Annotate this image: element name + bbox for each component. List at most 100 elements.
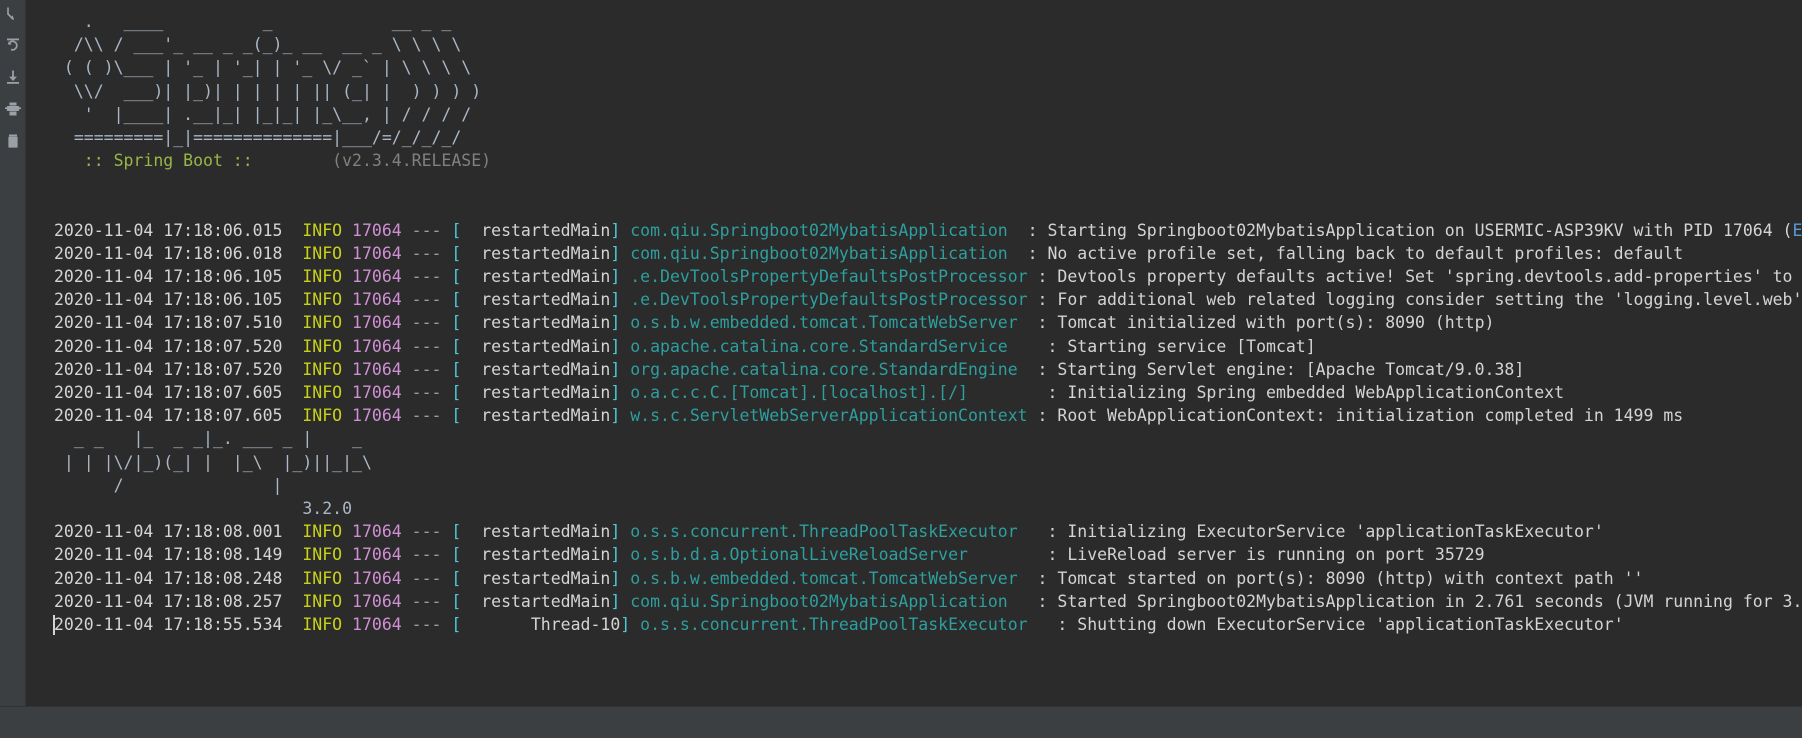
banner-art-line: ' |____| .__|_| |_|_| |_\__, | / / / / [54, 104, 472, 124]
banner-version: (v2.3.4.RELEASE) [252, 151, 492, 171]
log-level: INFO [302, 614, 343, 634]
log-timestamp: 2020-11-04 17:18:08.001 [54, 522, 283, 542]
spring-banner-title-line: :: Spring Boot :: (v2.3.4.RELEASE) [54, 149, 1802, 172]
log-timestamp: 2020-11-04 17:18:07.510 [54, 313, 283, 333]
log-message: Starting service [Tomcat] [1067, 336, 1316, 356]
log-line: 2020-11-04 17:18:55.534 INFO 17064 --- [… [53, 614, 1624, 635]
log-level: INFO [302, 545, 343, 565]
mybatis-banner-line: / | [54, 475, 283, 495]
log-thread: restartedMain [461, 568, 611, 588]
banner-art-line: /\\ / ___'_ __ _ _(_)_ __ __ _ \ \ \ \ [54, 35, 462, 55]
log-timestamp: 2020-11-04 17:18:07.520 [54, 336, 283, 356]
log-thread: restartedMain [461, 406, 611, 426]
log-pid: 17064 [352, 522, 402, 542]
restart-icon[interactable] [2, 34, 24, 56]
log-level: INFO [302, 243, 343, 263]
log-logger: o.s.b.d.a.OptionalLiveReloadServer [630, 545, 1038, 565]
log-level: INFO [302, 359, 343, 379]
log-level: INFO [302, 568, 343, 588]
log-thread: restartedMain [461, 591, 611, 611]
console-window: . ____ _ __ _ _ /\\ / ___'_ __ _ _(_)_ _… [0, 0, 1802, 738]
log-thread: Thread-10 [461, 614, 621, 634]
log-logger: com.qiu.Springboot02MybatisApplication [630, 591, 1028, 611]
log-pid: 17064 [352, 220, 402, 240]
log-pid: 17064 [352, 614, 402, 634]
log-message: Starting Servlet engine: [Apache Tomcat/… [1057, 359, 1525, 379]
log-level: INFO [302, 522, 343, 542]
log-line: 2020-11-04 17:18:08.248 INFO 17064 --- [… [54, 568, 1644, 588]
log-timestamp: 2020-11-04 17:18:06.015 [54, 220, 283, 240]
log-line: 2020-11-04 17:18:08.149 INFO 17064 --- [… [54, 545, 1485, 565]
log-message: No active profile set, falling back to d… [1047, 243, 1684, 263]
log-timestamp: 2020-11-04 17:18:06.105 [54, 290, 283, 310]
log-line: 2020-11-04 17:18:07.605 INFO 17064 --- [… [54, 383, 1565, 402]
log-pid: 17064 [352, 568, 402, 588]
banner-art-line: ( ( )\___ | '_ | '_| | '_ \/ _` | \ \ \ … [54, 58, 472, 78]
log-message: Started Springboot02MybatisApplication i… [1057, 591, 1802, 611]
log-level: INFO [302, 313, 343, 333]
log-message: Shutting down ExecutorService 'applicati… [1077, 614, 1624, 634]
log-line: 2020-11-04 17:18:06.018 INFO 17064 --- [… [54, 243, 1684, 263]
log-timestamp: 2020-11-04 17:18:08.248 [54, 568, 283, 588]
log-message: For additional web related logging consi… [1057, 290, 1802, 310]
mybatis-banner-line: / | [54, 474, 1802, 497]
log-logger: com.qiu.Springboot02MybatisApplication [630, 243, 1018, 263]
log-line: 2020-11-04 17:18:07.605 INFO 17064 --- [… [54, 406, 1684, 426]
banner-art-line: \\/ ___)| |_)| | | | | || (_| | ) ) ) ) [54, 81, 482, 101]
log-pid: 17064 [352, 383, 402, 402]
log-thread: restartedMain [461, 313, 611, 333]
log-logger: o.s.b.w.embedded.tomcat.TomcatWebServer [630, 568, 1028, 588]
mybatis-banner-line: 3.2.0 [54, 498, 353, 518]
log-level: INFO [302, 406, 343, 426]
print-icon[interactable] [2, 98, 24, 120]
log-logger: o.apache.catalina.core.StandardService [630, 336, 1038, 356]
run-console-output[interactable]: . ____ _ __ _ _ /\\ / ___'_ __ _ _(_)_ _… [26, 0, 1802, 738]
log-timestamp: 2020-11-04 17:18:07.605 [54, 406, 283, 426]
log-message: Initializing ExecutorService 'applicatio… [1067, 522, 1604, 542]
log-message: Devtools property defaults active! Set '… [1057, 267, 1802, 287]
rerun-icon[interactable] [2, 2, 24, 24]
spring-banner-line: ' |____| .__|_| |_|_| |_\__, | / / / / [54, 103, 1802, 126]
log-logger: com.qiu.Springboot02MybatisApplication [630, 220, 1018, 240]
log-level: INFO [302, 383, 343, 402]
log-pid: 17064 [352, 243, 402, 263]
log-timestamp: 2020-11-04 17:18:06.018 [54, 243, 283, 263]
scroll-to-end-icon[interactable] [2, 66, 24, 88]
log-pid: 17064 [352, 406, 402, 426]
spring-banner-line: /\\ / ___'_ __ _ _(_)_ __ __ _ \ \ \ \ [54, 33, 1802, 56]
trash-icon[interactable] [2, 130, 24, 152]
log-logger: o.s.b.w.embedded.tomcat.TomcatWebServer [630, 313, 1028, 333]
banner-art-line: . ____ _ __ _ _ [54, 12, 452, 31]
log-thread: restartedMain [461, 336, 611, 356]
banner-art-line: =========|_|==============|___/=/_/_/_/ [54, 127, 462, 147]
log-pid: 17064 [352, 267, 402, 287]
log-logger: .e.DevToolsPropertyDefaultsPostProcessor [630, 290, 1028, 310]
mybatis-banner-line: _ _ |_ _ _|_. ___ _ | _ [54, 427, 1802, 450]
log-line: 2020-11-04 17:18:06.105 INFO 17064 --- [… [54, 265, 1802, 288]
log-message: Initializing Spring embedded WebApplicat… [1067, 383, 1565, 402]
banner-title: :: Spring Boot :: [54, 151, 253, 171]
log-thread: restartedMain [461, 383, 611, 402]
log-timestamp: 2020-11-04 17:18:07.605 [54, 383, 283, 402]
log-level: INFO [302, 267, 343, 287]
mybatis-banner-line: | | |\/|_)(_| | |_\ |_)||_|_\ [54, 451, 1802, 474]
mybatis-banner-line: | | |\/|_)(_| | |_\ |_)||_|_\ [54, 452, 372, 472]
log-level: INFO [302, 290, 343, 310]
log-thread: restartedMain [461, 267, 611, 287]
log-level: INFO [302, 591, 343, 611]
run-tool-sidebar [0, 0, 26, 738]
log-thread: restartedMain [461, 359, 611, 379]
log-message: Tomcat started on port(s): 8090 (http) w… [1057, 568, 1644, 588]
log-pid: 17064 [352, 545, 402, 565]
log-thread: restartedMain [461, 545, 611, 565]
log-message: LiveReload server is running on port 357… [1067, 545, 1485, 565]
log-line: 2020-11-04 17:18:07.520 INFO 17064 --- [… [54, 359, 1525, 379]
log-line: 2020-11-04 17:18:07.520 INFO 17064 --- [… [54, 336, 1316, 356]
log-logger: org.apache.catalina.core.StandardEngine [630, 359, 1028, 379]
log-message: Root WebApplicationContext: initializati… [1057, 406, 1684, 426]
log-logger: w.s.c.ServletWebServerApplicationContext [630, 406, 1028, 426]
spring-banner-line: ( ( )\___ | '_ | '_| | '_ \/ _` | \ \ \ … [54, 56, 1802, 79]
log-thread: restartedMain [461, 290, 611, 310]
